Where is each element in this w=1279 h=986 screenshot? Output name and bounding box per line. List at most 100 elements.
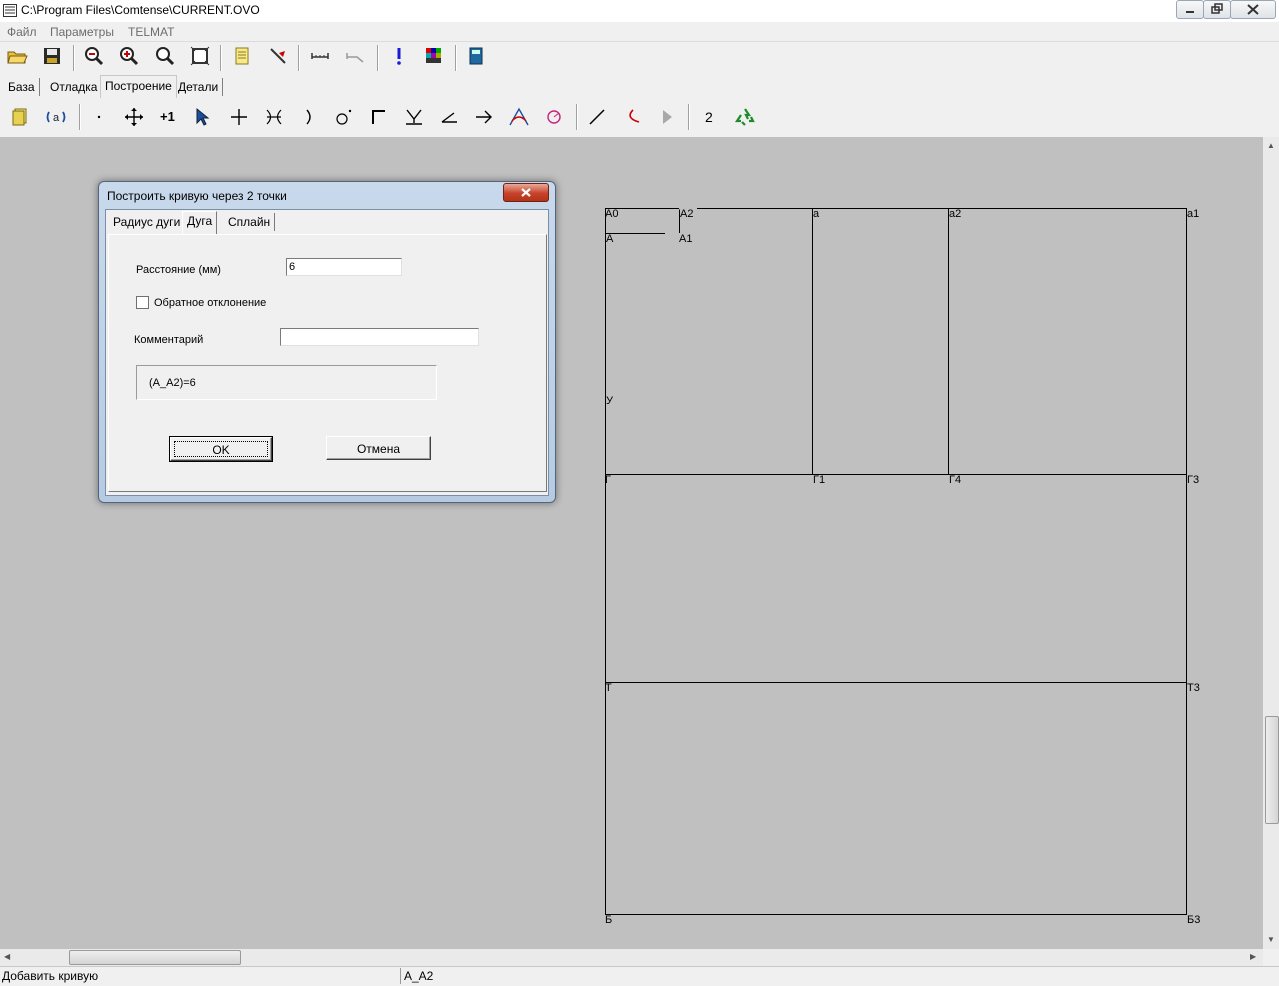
restore-icon bbox=[1211, 3, 1223, 14]
menu-bar: Файл Параметры TELMAT bbox=[0, 22, 1279, 41]
perpendicular-icon[interactable] bbox=[403, 106, 425, 128]
tab-spline[interactable]: Сплайн bbox=[224, 213, 276, 231]
two-button[interactable]: 2 bbox=[705, 109, 713, 125]
move-icon[interactable] bbox=[123, 106, 145, 128]
formula-text: (А_А2)=6 bbox=[149, 377, 196, 389]
dialog-title: Построить кривую через 2 точки bbox=[107, 189, 287, 203]
palette-icon[interactable] bbox=[423, 45, 445, 67]
corner-icon[interactable] bbox=[368, 106, 390, 128]
menu-parameters[interactable]: Параметры bbox=[50, 25, 114, 39]
label-A: А bbox=[606, 233, 614, 245]
svg-text:a: a bbox=[53, 112, 60, 124]
horizontal-scroll-thumb[interactable] bbox=[69, 950, 241, 965]
close-icon bbox=[521, 188, 531, 197]
dialog-close-button[interactable] bbox=[503, 183, 549, 202]
angle-measure-icon[interactable] bbox=[344, 45, 366, 67]
notes-icon[interactable] bbox=[231, 45, 253, 67]
save-icon[interactable] bbox=[41, 45, 63, 67]
tab-base[interactable]: База bbox=[4, 78, 40, 96]
window-title: C:\Program Files\Comtense\CURRENT.OVO bbox=[21, 3, 260, 17]
scroll-left-icon[interactable]: ◀ bbox=[4, 952, 10, 961]
arc-curve-icon[interactable] bbox=[621, 106, 643, 128]
label-G3: Г3 bbox=[1187, 474, 1200, 486]
tab-construction[interactable]: Построение bbox=[100, 75, 177, 98]
zoom-in-icon[interactable] bbox=[118, 45, 140, 67]
construction-toolbar: a +1 2 bbox=[0, 100, 1279, 136]
cancel-label: Отмена bbox=[356, 442, 401, 456]
cancel-button[interactable]: Отмена bbox=[326, 436, 431, 460]
select-icon[interactable] bbox=[193, 106, 215, 128]
restore-button[interactable] bbox=[1203, 0, 1231, 19]
outline-rect bbox=[605, 208, 1187, 915]
label-B: Б bbox=[605, 914, 613, 926]
dialog-body: Радиус дуги Дуга Сплайн Расстояние (мм) … bbox=[105, 209, 549, 496]
label-G: Г bbox=[605, 474, 611, 486]
status-message: Добавить кривую bbox=[2, 969, 99, 983]
tab-arc-radius[interactable]: Радиус дуги bbox=[109, 213, 186, 231]
arrow-right-icon[interactable] bbox=[473, 106, 495, 128]
variable-icon[interactable]: a bbox=[45, 106, 67, 128]
play-icon[interactable] bbox=[656, 106, 678, 128]
close-icon bbox=[1247, 4, 1259, 15]
line-icon[interactable] bbox=[586, 106, 608, 128]
status-divider bbox=[400, 968, 401, 984]
main-toolbar bbox=[0, 41, 1279, 74]
label-B3: Б3 bbox=[1187, 914, 1201, 926]
circle-point-icon[interactable] bbox=[333, 106, 355, 128]
zoom-out-icon[interactable] bbox=[83, 45, 105, 67]
label-a1: а1 bbox=[1187, 208, 1200, 220]
label-T3: Т3 bbox=[1187, 682, 1200, 694]
zoom-icon[interactable] bbox=[154, 45, 176, 67]
fit-window-icon[interactable] bbox=[189, 45, 211, 67]
plus-one-button[interactable]: +1 bbox=[160, 109, 175, 124]
recycle-icon[interactable] bbox=[734, 106, 756, 128]
cross-icon[interactable] bbox=[228, 106, 250, 128]
vertical-scroll-thumb[interactable] bbox=[1265, 716, 1279, 824]
label-U: У bbox=[606, 395, 613, 407]
close-button[interactable] bbox=[1230, 0, 1276, 19]
title-bar: C:\Program Files\Comtense\CURRENT.OVO bbox=[0, 0, 1279, 22]
angle-icon[interactable] bbox=[438, 106, 460, 128]
open-icon[interactable] bbox=[6, 45, 28, 67]
minimize-icon bbox=[1186, 11, 1194, 13]
tab-arc[interactable]: Дуга bbox=[182, 211, 218, 234]
tab-details[interactable]: Детали bbox=[174, 78, 224, 96]
reverse-checkbox[interactable] bbox=[136, 296, 149, 309]
formula-box: (А_А2)=6 bbox=[136, 365, 437, 400]
pages-icon[interactable] bbox=[9, 106, 31, 128]
label-G4: Г4 bbox=[949, 474, 962, 486]
distance-field[interactable] bbox=[286, 258, 402, 276]
reverse-label: Обратное отклонение bbox=[154, 297, 267, 309]
mode-tabs: База Отладка Построение Детали bbox=[0, 75, 1279, 99]
menu-file[interactable]: Файл bbox=[7, 25, 37, 39]
curve-icon[interactable] bbox=[508, 106, 530, 128]
label-G1: Г1 bbox=[813, 474, 826, 486]
intersection-icon[interactable] bbox=[263, 106, 285, 128]
vertical-scrollbar[interactable]: ▲ ▼ bbox=[1263, 137, 1279, 949]
scroll-right-icon[interactable]: ▶ bbox=[1250, 952, 1256, 961]
focus-rect bbox=[174, 441, 268, 457]
menu-telmat[interactable]: TELMAT bbox=[128, 25, 174, 39]
label-a: а bbox=[813, 208, 820, 220]
scroll-down-icon[interactable]: ▼ bbox=[1267, 935, 1275, 944]
tab-debug[interactable]: Отладка bbox=[46, 78, 103, 96]
distance-label: Расстояние (мм) bbox=[136, 264, 221, 276]
measure-icon[interactable] bbox=[309, 45, 331, 67]
ok-button[interactable]: OK bbox=[169, 436, 273, 462]
comment-label: Комментарий bbox=[134, 334, 204, 346]
comment-field[interactable] bbox=[280, 328, 479, 346]
point-icon[interactable] bbox=[88, 106, 110, 128]
book-icon[interactable] bbox=[465, 45, 487, 67]
scroll-up-icon[interactable]: ▲ bbox=[1267, 141, 1275, 150]
arc-point-icon[interactable] bbox=[298, 106, 320, 128]
info-icon[interactable] bbox=[388, 45, 410, 67]
pin-icon[interactable] bbox=[267, 45, 289, 67]
status-bar: Добавить кривую А_А2 bbox=[0, 966, 1279, 986]
label-a2: а2 bbox=[949, 208, 962, 220]
label-T: Т bbox=[605, 682, 612, 694]
label-A1: А1 bbox=[679, 233, 693, 245]
minimize-button[interactable] bbox=[1176, 0, 1204, 19]
label-A2: А2 bbox=[680, 208, 694, 220]
label-A0: А0 bbox=[605, 208, 619, 220]
circle-tool-icon[interactable] bbox=[543, 106, 565, 128]
